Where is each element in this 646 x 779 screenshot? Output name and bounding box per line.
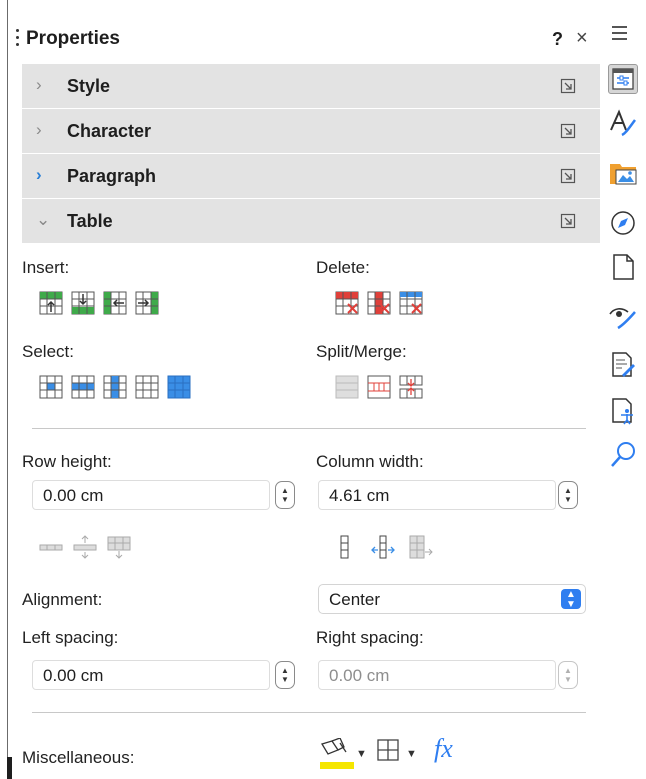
insert-columns-after-icon[interactable] [134, 290, 160, 316]
properties-panel: Properties ? × › Style › Character › Par… [12, 0, 600, 779]
optimal-column-width-icon[interactable] [370, 534, 396, 560]
separator [32, 712, 586, 713]
sidebar-tabbar [600, 0, 646, 779]
split-table-icon[interactable] [398, 374, 424, 400]
miscellaneous-label: Miscellaneous: [22, 748, 135, 767]
select-arrows-icon: ▲ ▼ [561, 589, 581, 610]
find-icon[interactable] [608, 440, 638, 470]
insert-toolbar [38, 290, 160, 316]
style-inspector-icon[interactable] [608, 302, 638, 332]
panel-titlebar: Properties ? × [12, 18, 600, 62]
more-options-icon[interactable] [560, 168, 576, 184]
select-table-icon[interactable] [166, 374, 192, 400]
sidebar-menu-icon[interactable] [612, 24, 634, 40]
panel-title: Properties [26, 28, 120, 49]
row-height-stepper[interactable]: ▲ ▼ [275, 481, 295, 509]
more-options-icon[interactable] [560, 78, 576, 94]
alignment-value: Center [329, 590, 381, 609]
section-paragraph[interactable]: › Paragraph [22, 154, 600, 198]
chevron-right-icon: › [36, 75, 42, 94]
insert-label: Insert: [22, 258, 70, 277]
manage-changes-icon[interactable] [608, 350, 638, 380]
close-button[interactable]: × [576, 27, 588, 50]
section-label: Style [67, 76, 111, 96]
properties-icon[interactable] [608, 64, 638, 94]
select-label: Select: [22, 342, 74, 361]
select-column-icon[interactable] [102, 374, 128, 400]
dropdown-arrow-icon[interactable]: ▼ [356, 748, 367, 760]
column-width-field[interactable]: 4.61 cm [318, 480, 556, 510]
section-label: Table [67, 211, 113, 231]
delete-columns-icon[interactable] [366, 290, 392, 316]
dropdown-arrow-icon[interactable]: ▼ [406, 748, 417, 760]
delete-rows-icon[interactable] [334, 290, 360, 316]
row-height-label: Row height: [22, 452, 112, 471]
delete-table-icon[interactable] [398, 290, 424, 316]
left-spacing-field[interactable]: 0.00 cm [32, 660, 270, 690]
minimal-row-height-icon[interactable] [38, 534, 64, 560]
select-table-plain-icon[interactable] [134, 374, 160, 400]
column-width-value: 4.61 cm [329, 486, 390, 505]
row-height-field[interactable]: 0.00 cm [32, 480, 270, 510]
chevron-down-icon: ⌄ [36, 210, 51, 229]
alignment-label: Alignment: [22, 590, 103, 609]
row-height-value: 0.00 cm [43, 486, 104, 505]
left-spacing-stepper[interactable]: ▲ ▼ [275, 661, 295, 689]
select-cell-icon[interactable] [38, 374, 64, 400]
navigator-icon[interactable] [608, 208, 638, 238]
gallery-icon[interactable] [608, 158, 638, 188]
insert-rows-above-icon[interactable] [38, 290, 64, 316]
formula-button[interactable]: fx [434, 734, 453, 764]
delete-label: Delete: [316, 258, 370, 277]
left-spacing-label: Left spacing: [22, 628, 119, 647]
more-options-icon[interactable] [560, 213, 576, 229]
select-toolbar [38, 374, 192, 400]
styles-icon[interactable] [608, 108, 638, 138]
row-size-toolbar [38, 534, 132, 560]
chevron-right-icon: › [36, 120, 42, 139]
section-character[interactable]: › Character [22, 109, 600, 153]
section-style[interactable]: › Style [22, 64, 600, 108]
right-spacing-stepper[interactable]: ▲ ▼ [558, 661, 578, 689]
merge-cells-icon[interactable] [334, 374, 360, 400]
split-cells-icon[interactable] [366, 374, 392, 400]
document-edge-line [7, 0, 8, 779]
alignment-select[interactable]: Center ▲ ▼ [318, 584, 586, 614]
document-edge [0, 0, 12, 779]
delete-toolbar [334, 290, 424, 316]
right-spacing-label: Right spacing: [316, 628, 424, 647]
optimal-row-height-icon[interactable] [72, 534, 98, 560]
table-cell-background-icon[interactable] [318, 738, 356, 772]
insert-rows-below-icon[interactable] [70, 290, 96, 316]
separator [32, 428, 586, 429]
distribute-columns-icon[interactable] [408, 534, 434, 560]
right-spacing-value: 0.00 cm [329, 666, 390, 685]
insert-columns-before-icon[interactable] [102, 290, 128, 316]
column-width-label: Column width: [316, 452, 424, 471]
column-width-stepper[interactable]: ▲ ▼ [558, 481, 578, 509]
drag-grip-icon[interactable] [14, 27, 20, 49]
left-spacing-value: 0.00 cm [43, 666, 104, 685]
distribute-rows-icon[interactable] [106, 534, 132, 560]
section-label: Paragraph [67, 166, 157, 186]
section-table[interactable]: ⌄ Table [22, 199, 600, 243]
column-size-toolbar [332, 534, 434, 560]
right-spacing-field[interactable]: 0.00 cm [318, 660, 556, 690]
section-label: Character [67, 121, 152, 141]
chevron-right-icon: › [36, 165, 42, 184]
split-merge-label: Split/Merge: [316, 342, 407, 361]
more-options-icon[interactable] [560, 123, 576, 139]
page-icon[interactable] [608, 252, 638, 282]
borders-icon[interactable] [376, 738, 400, 762]
split-merge-toolbar [334, 374, 424, 400]
minimal-column-width-icon[interactable] [332, 534, 358, 560]
help-button[interactable]: ? [552, 29, 563, 50]
select-row-icon[interactable] [70, 374, 96, 400]
accessibility-check-icon[interactable] [608, 396, 638, 426]
